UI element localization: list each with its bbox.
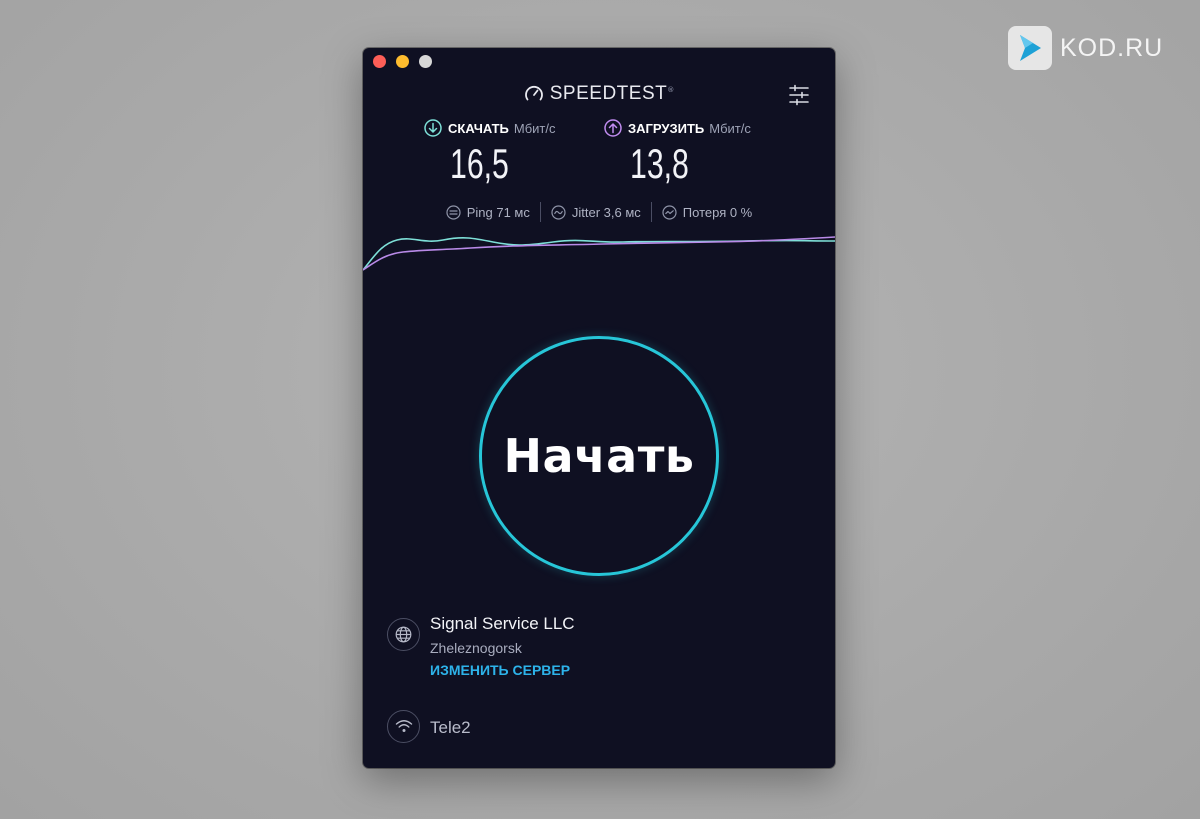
kod-ru-logo-icon: [1008, 26, 1052, 70]
upload-unit: Мбит/с: [709, 120, 751, 136]
settings-button[interactable]: [787, 84, 811, 106]
app-title-text: SPEEDTEST: [549, 83, 668, 104]
server-icon-circle: [387, 618, 420, 651]
window-close-button[interactable]: [373, 55, 386, 68]
window-minimize-button[interactable]: [396, 55, 409, 68]
stats-row: Ping 71 мс Jitter 3,6 мс Потеря 0 %: [363, 202, 835, 222]
ping-stat: Ping 71 мс: [446, 205, 530, 220]
stats-divider: [539, 202, 541, 222]
download-unit: Мбит/с: [513, 120, 556, 136]
jitter-icon: [551, 204, 566, 220]
wifi-icon: [395, 720, 412, 732]
download-graph-line: [363, 237, 835, 271]
upload-arrow-icon: [604, 119, 622, 137]
change-server-link[interactable]: ИЗМЕНИТЬ СЕРВЕР: [430, 662, 570, 678]
upload-label: ЗАГРУЗИТЬ: [628, 120, 705, 136]
download-arrow-icon: [424, 119, 442, 137]
jitter-text: Jitter 3,6 мс: [571, 204, 641, 220]
isp-icon-circle: [387, 710, 420, 743]
globe-icon: [395, 626, 412, 643]
window-zoom-button[interactable]: [419, 55, 432, 68]
server-name: Signal Service LLC: [430, 614, 575, 633]
upload-metric: ЗАГРУЗИТЬ Мбит/с 13,8: [604, 118, 751, 188]
app-title: SPEEDTEST ®: [363, 83, 835, 105]
jitter-stat: Jitter 3,6 мс: [551, 205, 641, 220]
packet-loss-icon: [662, 204, 677, 220]
gauge-icon: [524, 86, 543, 101]
server-city: Zheleznogorsk: [430, 640, 522, 656]
start-test-button[interactable]: Начать: [479, 336, 719, 576]
kod-ru-watermark: KOD.RU: [1008, 26, 1163, 70]
isp-name: Tele2: [430, 718, 471, 737]
settings-sliders-icon: [789, 84, 809, 106]
packet-loss-stat: Потеря 0 %: [662, 205, 752, 220]
speedtest-window: SPEEDTEST ® СКАЧАТЬ Мбит/с 16,5 ЗАГРУЗИТ…: [363, 48, 835, 768]
download-metric: СКАЧАТЬ Мбит/с 16,5: [424, 118, 556, 188]
upload-value: 13,8: [630, 140, 689, 187]
kod-ru-text: KOD.RU: [1060, 33, 1164, 62]
packet-loss-text: Потеря 0 %: [682, 204, 753, 220]
speed-graph: [363, 236, 835, 271]
download-value: 16,5: [450, 140, 509, 187]
trademark-mark: ®: [667, 86, 675, 94]
download-label: СКАЧАТЬ: [448, 120, 509, 136]
stats-divider: [650, 202, 652, 222]
ping-text: Ping 71 мс: [466, 204, 530, 220]
start-label: Начать: [503, 429, 695, 483]
ping-icon: [446, 204, 461, 220]
